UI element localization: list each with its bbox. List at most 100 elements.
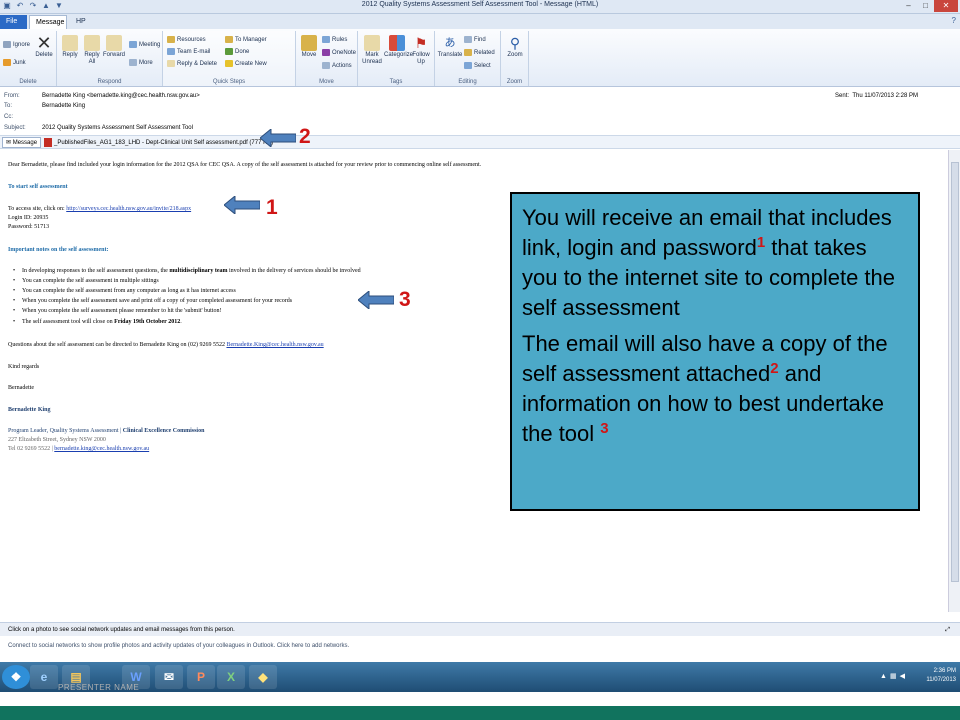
explanation-callout: You will receive an email that includes …: [510, 192, 920, 511]
login-id: Login ID: 20935: [8, 215, 49, 221]
find-button[interactable]: Find: [464, 36, 486, 44]
onenote-button[interactable]: OneNote: [322, 49, 356, 57]
to-value[interactable]: Bernadette King: [42, 103, 85, 109]
quick-step-create-new[interactable]: Create New: [225, 60, 267, 68]
bullet-item: The self assessment tool will close on F…: [13, 319, 182, 325]
signature-email-link[interactable]: bernadette.king@cec.health.nsw.gov.au: [54, 446, 149, 452]
subject-value: 2012 Quality Systems Assessment Self Ass…: [42, 125, 193, 131]
bullet-item: When you complete the self assessment pl…: [13, 308, 221, 314]
contact-email-link[interactable]: Bernadette.King@cec.health.nsw.gov.au: [226, 342, 323, 348]
meeting-button[interactable]: Meeting: [129, 41, 160, 49]
taskbar: ❖ e ▤ W ✉ P X ◆ ▲▦◀ 2:36 PM 11/07/2013: [0, 662, 960, 692]
presenter-name: PRESENTER NAME: [58, 683, 140, 692]
social-connector-pane: Click on a photo to see social network u…: [0, 622, 960, 636]
clock[interactable]: 2:36 PM 11/07/2013: [926, 667, 956, 685]
rules-icon: [322, 36, 330, 43]
attachment-bar: ✉ Message _PublishedFiles_AG1_183_LHD - …: [0, 135, 960, 149]
reply-delete-icon: [167, 60, 175, 67]
scrollbar-thumb[interactable]: [951, 162, 959, 582]
bullet-item: In developing responses to the self asse…: [13, 268, 361, 274]
marker-2: 2: [299, 125, 311, 148]
ignore-button[interactable]: Ignore: [3, 41, 30, 49]
reply-all-button[interactable]: Reply All: [81, 35, 103, 66]
tab-hp-trim[interactable]: HP TRIM: [70, 15, 106, 39]
translate-button[interactable]: あ Translate: [437, 35, 463, 59]
callout-paragraph-1: You will receive an email that includes …: [522, 205, 896, 320]
help-icon[interactable]: ?: [952, 16, 956, 25]
related-icon: [464, 49, 472, 56]
marker-1: 1: [266, 196, 278, 219]
survey-link[interactable]: http://surveys.cec.health.nsw.gov.au/inv…: [66, 206, 191, 212]
powerpoint-icon[interactable]: P: [187, 665, 215, 689]
social-connect-info[interactable]: Connect to social networks to show profi…: [0, 640, 960, 652]
flag-icon: ▲: [880, 673, 890, 680]
vertical-scrollbar[interactable]: [948, 150, 960, 612]
signature-name: Bernadette King: [8, 407, 51, 413]
move-button[interactable]: Move: [298, 35, 320, 59]
excel-icon[interactable]: X: [217, 665, 245, 689]
quick-step-team-email[interactable]: Team E-mail: [167, 48, 210, 56]
window-controls: – □ ✕: [900, 0, 958, 12]
delete-button[interactable]: ✕ Delete: [33, 34, 55, 59]
bullet-item: When you complete the self assessment sa…: [13, 298, 292, 304]
categorize-button[interactable]: Categorize: [384, 35, 413, 59]
flag-icon: ⚑: [414, 35, 428, 51]
rules-button[interactable]: Rules: [322, 36, 347, 44]
more-button[interactable]: More: [129, 59, 153, 67]
tab-file[interactable]: File: [0, 15, 27, 29]
to-row: To: Bernadette King: [4, 103, 86, 109]
minimize-icon[interactable]: –: [900, 0, 917, 12]
actions-button[interactable]: Actions: [322, 62, 352, 70]
zoom-button[interactable]: ⚲ Zoom: [504, 35, 526, 59]
translate-icon: あ: [444, 37, 456, 49]
related-button[interactable]: Related: [464, 49, 495, 57]
quick-step-resources[interactable]: Resources: [167, 36, 206, 44]
forward-button[interactable]: Forward: [102, 35, 126, 59]
reply-button[interactable]: Reply: [59, 35, 81, 59]
marker-3: 3: [399, 288, 411, 311]
forward-icon: [106, 35, 122, 51]
notes-heading: Important notes on the self assessment:: [8, 247, 109, 253]
actions-icon: [322, 62, 330, 69]
select-button[interactable]: Select: [464, 62, 491, 70]
system-tray[interactable]: ▲▦◀: [880, 672, 908, 680]
move-icon: [301, 35, 317, 51]
windows-icon: ❖: [10, 670, 22, 684]
folder-icon: [167, 36, 175, 43]
quick-step-to-manager[interactable]: To Manager: [225, 36, 267, 44]
window-title: 2012 Quality Systems Assessment Self Ass…: [361, 1, 599, 8]
cc-row: Cc:: [4, 114, 13, 120]
message-tab[interactable]: ✉ Message: [2, 137, 42, 148]
delete-group: Ignore Junk ✕ Delete Delete: [0, 31, 57, 86]
internet-explorer-icon[interactable]: e: [30, 665, 58, 689]
from-value[interactable]: Bernadette King <bernadette.king@cec.hea…: [42, 93, 200, 99]
slide-footer-bar: [0, 706, 960, 720]
close-icon[interactable]: ✕: [934, 0, 958, 12]
move-group: Move Rules OneNote Actions Move: [296, 31, 358, 86]
start-button[interactable]: ❖: [2, 665, 30, 689]
quick-step-done[interactable]: Done: [225, 48, 249, 56]
kind-regards: Kind regards: [8, 364, 40, 370]
sticky-notes-icon[interactable]: ◆: [249, 665, 277, 689]
zoom-group: ⚲ Zoom Zoom: [501, 31, 529, 86]
select-icon: [464, 62, 472, 69]
maximize-icon[interactable]: □: [917, 0, 934, 12]
junk-icon: [3, 59, 11, 66]
outlook-message-icon[interactable]: ✉: [155, 665, 183, 689]
signature-title: Program Leader, Quality Systems Assessme…: [8, 428, 205, 434]
junk-button[interactable]: Junk: [3, 59, 26, 67]
from-row: From: Bernadette King <bernadette.king@ce…: [4, 93, 200, 99]
arrow-2-icon: [260, 129, 296, 147]
subject-row: Subject: 2012 Quality Systems Assessment …: [4, 125, 193, 131]
lightning-icon: [225, 60, 233, 67]
pdf-attachment[interactable]: _PublishedFiles_AG1_183_LHD - Dept-Clini…: [44, 138, 273, 148]
tab-message[interactable]: Message: [29, 15, 67, 29]
quick-step-reply-delete[interactable]: Reply & Delete: [167, 60, 217, 68]
bullet-item: You can complete the self assessment in …: [13, 278, 159, 284]
find-icon: [464, 36, 472, 43]
follow-up-button[interactable]: ⚑ Follow Up: [410, 35, 432, 66]
envelope-icon: ✉: [6, 140, 12, 146]
expand-icon[interactable]: ⤢: [945, 623, 950, 637]
signature-address: 227 Elizabeth Street, Sydney NSW 2000: [8, 437, 106, 443]
mark-unread-button[interactable]: Mark Unread: [360, 35, 384, 66]
